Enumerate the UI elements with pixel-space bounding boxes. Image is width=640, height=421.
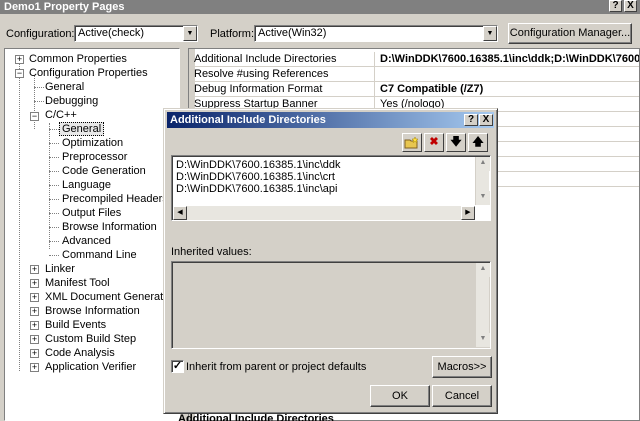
expand-plus-icon[interactable]: + <box>30 321 39 330</box>
list-item[interactable]: D:\WinDDK\7600.16385.1\inc\ddk <box>176 159 340 171</box>
grid-row-value[interactable]: C7 Compatible (/Z7) <box>376 82 639 97</box>
delete-icon[interactable]: ✖ <box>424 133 444 152</box>
tree-item-precompiled-headers[interactable]: Precompiled Headers <box>60 192 170 206</box>
vertical-scrollbar[interactable]: ▲ ▼ <box>475 157 490 205</box>
tree-item-preprocessor[interactable]: Preprocessor <box>60 150 129 164</box>
grid-row-value[interactable]: D:\WinDDK\7600.16385.1\inc\ddk;D:\WinDDK… <box>376 52 639 67</box>
platform-value: Active(Win32) <box>258 27 327 39</box>
tree-item-command-line[interactable]: Command Line <box>60 248 139 262</box>
configuration-manager-button[interactable]: Configuration Manager... <box>508 23 632 44</box>
collapse-minus-icon[interactable]: − <box>30 112 39 121</box>
scroll-down-icon[interactable]: ▼ <box>476 333 490 347</box>
tree-item-cpp-general[interactable]: General <box>59 122 105 136</box>
expand-plus-icon[interactable]: + <box>30 293 39 302</box>
tree-item-manifest-tool[interactable]: Manifest Tool <box>43 276 112 290</box>
dialog-title: Additional Include Directories <box>170 114 326 126</box>
tree-item-code-analysis[interactable]: Code Analysis <box>43 346 117 360</box>
folder-new-icon[interactable] <box>402 133 422 152</box>
expand-plus-icon[interactable]: + <box>30 307 39 316</box>
tree-item-debugging[interactable]: Debugging <box>43 94 100 108</box>
window-help-button[interactable]: ? <box>609 0 622 12</box>
expand-plus-icon[interactable]: + <box>30 279 39 288</box>
include-directories-dialog: Additional Include Directories ? X ✖ 🡇 🡅… <box>163 108 498 414</box>
expand-plus-icon[interactable]: + <box>30 265 39 274</box>
scroll-up-icon[interactable]: ▲ <box>476 263 490 277</box>
grid-row-name: Debug Information Format <box>189 82 375 97</box>
chevron-down-icon[interactable]: ▼ <box>483 26 497 41</box>
tree-item-xml-document-generator[interactable]: XML Document Generator <box>43 290 175 304</box>
platform-combo[interactable]: Active(Win32) ▼ <box>254 25 498 42</box>
configuration-label: Configuration: <box>6 28 75 40</box>
grid-row-name: Additional Include Directories <box>189 52 375 67</box>
tree-item-code-generation[interactable]: Code Generation <box>60 164 148 178</box>
tree-item-linker[interactable]: Linker <box>43 262 77 276</box>
macros-button[interactable]: Macros>> <box>432 356 492 378</box>
cancel-button[interactable]: Cancel <box>432 385 492 407</box>
list-item[interactable]: D:\WinDDK\7600.16385.1\inc\api <box>176 183 337 195</box>
inherit-checkbox[interactable]: ✓ <box>171 360 184 373</box>
chevron-down-icon[interactable]: ▼ <box>183 26 197 41</box>
grid-row-value[interactable] <box>376 67 639 82</box>
window-close-button[interactable]: X <box>624 0 637 12</box>
tree-item-custom-build-step[interactable]: Custom Build Step <box>43 332 138 346</box>
grid-row[interactable]: Additional Include Directories D:\WinDDK… <box>189 52 639 67</box>
expand-plus-icon[interactable]: + <box>15 55 24 64</box>
tree-item-browse-information-2[interactable]: Browse Information <box>43 304 142 318</box>
dialog-close-button[interactable]: X <box>479 114 493 126</box>
window-titlebar: Demo1 Property Pages <box>0 0 640 14</box>
tree-item-build-events[interactable]: Build Events <box>43 318 108 332</box>
tree-item-browse-information[interactable]: Browse Information <box>60 220 159 234</box>
configuration-value: Active(check) <box>78 27 145 39</box>
tree-item-common-properties[interactable]: Common Properties <box>27 52 129 66</box>
scroll-right-icon[interactable]: ▶ <box>461 206 475 220</box>
inherited-values-label: Inherited values: <box>171 246 252 258</box>
grid-row[interactable]: Resolve #using References <box>189 67 639 82</box>
tree-item-application-verifier[interactable]: Application Verifier <box>43 360 138 374</box>
expand-plus-icon[interactable]: + <box>30 363 39 372</box>
collapse-minus-icon[interactable]: − <box>15 69 24 78</box>
platform-label: Platform: <box>210 28 255 40</box>
inherit-checkbox-label[interactable]: Inherit from parent or project defaults <box>186 361 366 373</box>
vertical-scrollbar[interactable]: ▲ ▼ <box>475 263 490 347</box>
tree-item-optimization[interactable]: Optimization <box>60 136 125 150</box>
tree-item-configuration-properties[interactable]: Configuration Properties <box>27 66 150 80</box>
expand-plus-icon[interactable]: + <box>30 335 39 344</box>
tree-item-advanced[interactable]: Advanced <box>60 234 113 248</box>
ok-button[interactable]: OK <box>370 385 430 407</box>
dialog-help-button[interactable]: ? <box>464 114 478 126</box>
configuration-combo[interactable]: Active(check) ▼ <box>74 25 198 42</box>
window-title: Demo1 Property Pages <box>4 1 125 13</box>
expand-plus-icon[interactable]: + <box>30 349 39 358</box>
arrow-up-icon[interactable]: 🡅 <box>468 133 488 152</box>
list-item[interactable]: D:\WinDDK\7600.16385.1\inc\crt <box>176 171 335 183</box>
scroll-down-icon[interactable]: ▼ <box>476 191 490 205</box>
dialog-titlebar: Additional Include Directories ? X <box>167 112 494 128</box>
directories-list[interactable]: D:\WinDDK\7600.16385.1\inc\ddk D:\WinDDK… <box>171 155 491 221</box>
horizontal-scrollbar[interactable]: ◀ ▶ <box>173 206 475 220</box>
description-title: Additional Include Directories <box>178 413 334 421</box>
scroll-up-icon[interactable]: ▲ <box>476 157 490 171</box>
tree-item-c-cpp[interactable]: C/C++ <box>43 108 79 122</box>
arrow-down-icon[interactable]: 🡇 <box>446 133 466 152</box>
tree-item-general[interactable]: General <box>43 80 86 94</box>
property-tree[interactable]: + Common Properties − Configuration Prop… <box>4 48 180 421</box>
grid-row-name: Resolve #using References <box>189 67 375 82</box>
grid-row[interactable]: Debug Information Format C7 Compatible (… <box>189 82 639 97</box>
scroll-left-icon[interactable]: ◀ <box>173 206 187 220</box>
inherited-values-list[interactable]: ▲ ▼ <box>171 261 491 349</box>
tree-item-output-files[interactable]: Output Files <box>60 206 123 220</box>
tree-item-language[interactable]: Language <box>60 178 113 192</box>
